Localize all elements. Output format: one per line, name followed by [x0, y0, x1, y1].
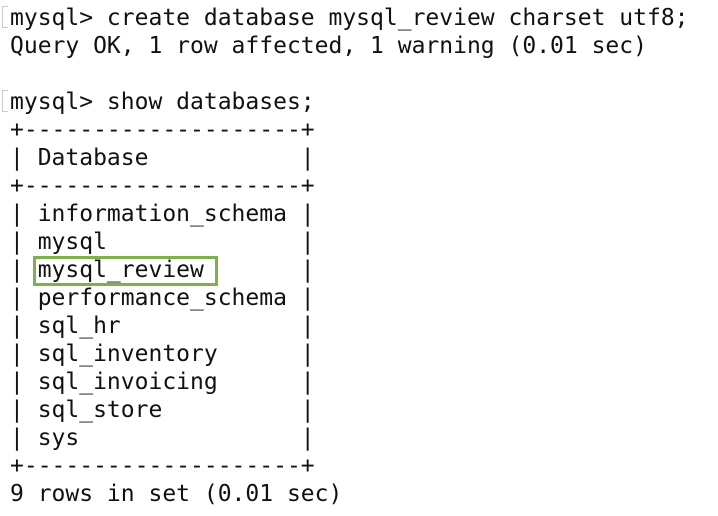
table-row: | sql_store | [10, 397, 315, 423]
prompt-marker [2, 90, 8, 112]
query-result-line: Query OK, 1 row affected, 1 warning (0.0… [10, 33, 647, 59]
table-row: | sql_hr | [10, 313, 315, 339]
table-border-top: +--------------------+ [10, 117, 315, 143]
command-line-show-databases: mysql> show databases; [10, 89, 315, 115]
prompt-marker [2, 6, 8, 28]
table-row: | information_schema | [10, 201, 315, 227]
table-row: | sys | [10, 425, 315, 451]
terminal-window[interactable]: mysql> create database mysql_review char… [0, 0, 718, 516]
highlight-box-mysql-review [33, 256, 218, 286]
table-row: | mysql | [10, 229, 315, 255]
table-header: | Database | [10, 145, 315, 171]
rows-in-set-footer: 9 rows in set (0.01 sec) [10, 481, 343, 507]
table-border-bottom: +--------------------+ [10, 453, 315, 479]
table-row: | sql_invoicing | [10, 369, 315, 395]
table-row: | performance_schema | [10, 285, 315, 311]
table-row: | sql_inventory | [10, 341, 315, 367]
command-line-create-database: mysql> create database mysql_review char… [10, 5, 689, 31]
table-border-header: +--------------------+ [10, 173, 315, 199]
